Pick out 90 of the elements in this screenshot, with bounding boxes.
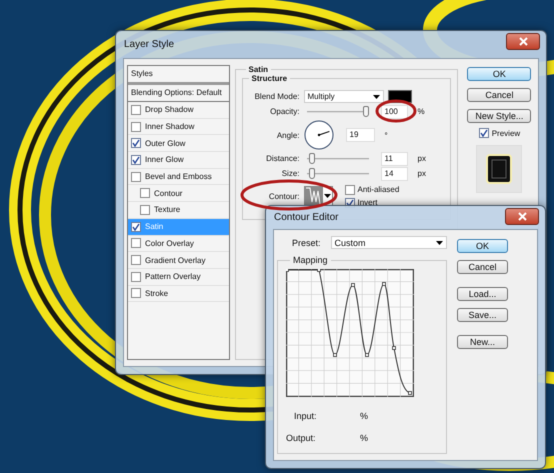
caret-icon [324,194,330,198]
checkbox[interactable] [131,272,141,282]
angle-dial[interactable] [304,120,334,150]
unit-label: % [360,411,368,421]
dialog-button[interactable]: New... [457,335,508,349]
field-label: Contour: [268,192,300,200]
field-label: Distance: [265,154,300,163]
section-title: Satin [248,65,270,74]
dialog-button[interactable]: OK [457,239,508,253]
input-field[interactable]: 19 [346,128,374,142]
style-item[interactable]: Outer Glow [128,135,228,152]
checkbox[interactable] [131,255,141,266]
style-item[interactable]: Gradient Overlay [128,252,228,269]
preset-dropdown[interactable]: Custom [330,236,447,249]
checkbox[interactable] [140,188,150,198]
style-item[interactable]: Color Overlay [128,236,228,252]
blending-options-item[interactable]: Blending Options: Default [128,85,228,102]
style-item[interactable]: Inner Glow [128,152,228,169]
style-label: Color Overlay [145,238,194,248]
checkbox[interactable] [131,122,141,132]
preview-swatch-icon [486,154,512,184]
dialog-button[interactable]: Cancel [457,260,508,274]
contour-thumbnail-icon [304,187,322,205]
style-label: Gradient Overlay [145,256,206,265]
style-item[interactable]: Pattern Overlay [128,268,228,286]
unit-label: % [360,433,368,443]
checkbox[interactable] [131,238,141,248]
checkbox[interactable] [478,128,489,138]
field-label: Output: [286,433,317,443]
input-field[interactable]: 14 [380,166,408,180]
style-label: Pattern Overlay [145,272,201,282]
style-label: Outer Glow [145,138,186,148]
unit-label: px [418,169,426,178]
close-button[interactable] [505,208,539,225]
style-label: Drop Shadow [145,105,194,114]
style-item[interactable]: Inner Shadow [128,118,228,136]
contour-curve-graph[interactable] [286,269,414,397]
style-label: Bevel and Emboss [145,172,212,182]
field-label: Preset: [292,238,321,248]
style-label: Inner Glow [145,155,184,164]
annotation-ellipse [376,100,416,122]
style-item[interactable]: Stroke [128,286,228,302]
dialog-button[interactable]: Cancel [467,88,532,102]
group-title: Structure [250,74,288,83]
close-icon [518,212,526,221]
checkbox[interactable] [131,104,141,115]
input-field[interactable]: 11 [380,152,408,166]
field-label: Blend Mode: [254,92,300,101]
slider-thumb[interactable] [309,168,316,179]
caret-icon [436,240,443,244]
checkbox[interactable] [131,154,141,165]
checkbox-label: Anti-aliased [358,185,400,194]
field-label: Opacity: [269,107,300,116]
window-title: Contour Editor [274,212,338,223]
dialog-button[interactable]: Load... [457,287,508,301]
field-label: Input: [294,411,318,421]
style-item[interactable]: Drop Shadow [128,102,228,119]
blend-mode-dropdown[interactable]: Multiply [304,90,384,103]
field-label: Angle: [276,130,300,140]
style-label: Satin [145,222,164,232]
checkbox-label: Preview [492,128,520,138]
dialog-button[interactable]: Save... [457,308,508,322]
caret-icon [372,94,380,98]
style-item[interactable]: Contour [128,185,228,202]
checkbox[interactable] [131,288,141,298]
style-item[interactable]: Bevel and Emboss [128,168,228,186]
field-label: Size: [280,169,300,178]
dialog-button[interactable]: New Style... [467,109,532,123]
group-title: Mapping [292,255,329,265]
checkbox[interactable] [131,138,141,148]
slider-thumb[interactable] [362,106,368,117]
dialog-button[interactable]: OK [467,67,532,81]
style-label: Contour [154,188,182,198]
close-button[interactable] [506,33,540,50]
style-label: Texture [154,205,180,214]
close-icon [518,37,528,46]
style-label: Inner Shadow [145,122,194,132]
unit-label: % [418,107,425,116]
window-title: Layer Style [124,39,174,50]
input-field[interactable]: 100 [380,104,408,118]
unit-label: px [418,154,426,163]
unit-label: ° [384,130,388,140]
style-label: Stroke [145,288,168,298]
checkbox-label: Invert [358,198,378,207]
checkbox[interactable] [131,172,141,182]
checkbox[interactable] [131,222,141,232]
slider-thumb[interactable] [309,153,316,164]
checkbox[interactable] [140,204,150,215]
checkbox[interactable] [344,184,354,194]
styles-header[interactable]: Styles [128,66,228,85]
